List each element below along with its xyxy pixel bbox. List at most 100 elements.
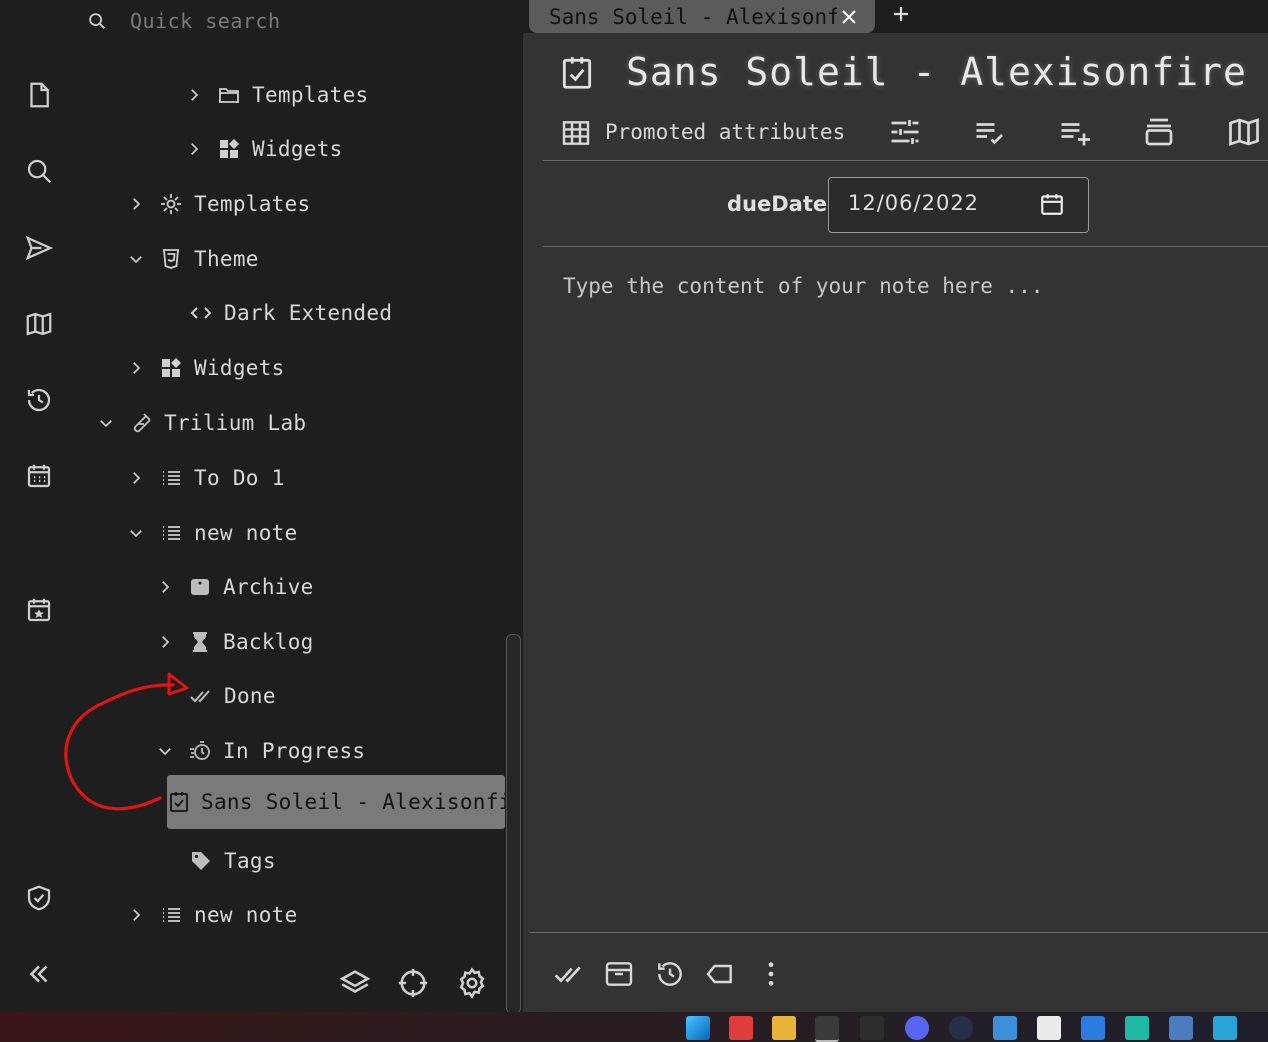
tree-node-label: new note xyxy=(194,903,298,927)
tag-icon xyxy=(188,848,214,874)
tree-node-label: Archive xyxy=(223,575,314,599)
list-icon xyxy=(158,465,184,491)
tree-node-done[interactable]: Done xyxy=(188,676,276,716)
sliders-icon[interactable] xyxy=(887,114,923,150)
list-check-icon[interactable] xyxy=(972,114,1008,150)
terminal-icon[interactable] xyxy=(860,1016,884,1040)
list-add-icon[interactable] xyxy=(1057,114,1093,150)
grid-icon[interactable] xyxy=(560,117,592,149)
templates-gear-icon xyxy=(158,191,184,217)
tab-sans-soleil[interactable]: Sans Soleil - Alexisonfire xyxy=(529,0,875,33)
tree-node-backlog[interactable]: Backlog xyxy=(155,622,314,662)
tree-scrollbar[interactable] xyxy=(506,634,521,1014)
launcher-bar xyxy=(0,0,78,1012)
tree-node-label: Tags xyxy=(224,849,276,873)
label-tag-icon[interactable] xyxy=(704,958,736,990)
tree-node-label: In Progress xyxy=(223,739,366,763)
calendar-star-icon[interactable] xyxy=(20,591,58,629)
tree-node-dark-extended[interactable]: Dark Extended xyxy=(188,293,392,333)
map-icon[interactable] xyxy=(1226,114,1262,150)
tree-node-label: To Do 1 xyxy=(194,466,285,490)
close-tab-icon[interactable] xyxy=(837,5,861,29)
widgets-icon xyxy=(158,355,184,381)
send-icon[interactable] xyxy=(20,229,58,267)
chevron-down-icon[interactable] xyxy=(126,523,146,543)
tree-node-label: Widgets xyxy=(252,137,343,161)
windows-start-icon[interactable] xyxy=(686,1016,710,1040)
note-title[interactable]: Sans Soleil - Alexisonfire xyxy=(626,50,1247,94)
tree-node-trilium-lab[interactable]: Trilium Lab xyxy=(96,403,306,443)
chevron-right-icon[interactable] xyxy=(155,632,175,652)
trilium-icon[interactable] xyxy=(815,1016,839,1042)
tree-node-new-note[interactable]: new note xyxy=(126,513,298,553)
archive-box-icon[interactable] xyxy=(603,958,635,990)
stack-app-icon[interactable] xyxy=(1125,1016,1149,1040)
tree-node-templates-2[interactable]: Templates xyxy=(126,184,311,224)
new-tab-plus-icon[interactable] xyxy=(889,2,913,26)
tree-node-to-do-1[interactable]: To Do 1 xyxy=(126,458,285,498)
test-tube-icon xyxy=(128,410,154,436)
due-date-value[interactable]: 12/06/2022 xyxy=(848,191,979,215)
file-explorer-icon[interactable] xyxy=(772,1016,796,1040)
collapse-sidebar-icon[interactable] xyxy=(20,955,58,993)
crosshair-icon[interactable] xyxy=(396,966,430,1000)
notepad-icon[interactable] xyxy=(993,1016,1017,1040)
tree-node-new-note-2[interactable]: new note xyxy=(126,895,298,935)
bottom-divider xyxy=(529,932,1268,933)
tree-node-widgets[interactable]: Widgets xyxy=(184,129,343,169)
shield-check-icon[interactable] xyxy=(20,879,58,917)
tree-node-label: Done xyxy=(224,684,276,708)
app-icon[interactable] xyxy=(1213,1016,1237,1040)
search-icon[interactable] xyxy=(20,152,58,190)
note-type-checkbox-icon[interactable] xyxy=(558,54,596,92)
chevron-down-icon[interactable] xyxy=(96,413,116,433)
hourglass-icon xyxy=(187,629,213,655)
tree-node-archive[interactable]: Archive xyxy=(155,567,314,607)
list-icon xyxy=(158,520,184,546)
history-icon[interactable] xyxy=(20,381,58,419)
vivaldi-icon[interactable] xyxy=(729,1016,753,1040)
note-content-editor[interactable]: Type the content of your note here ... xyxy=(563,274,1043,298)
tree-node-label: Trilium Lab xyxy=(164,411,307,435)
tree-node-sans-soleil-active[interactable]: Sans Soleil - Alexisonfire xyxy=(167,775,505,829)
map-icon[interactable] xyxy=(20,305,58,343)
new-note-icon[interactable] xyxy=(20,76,58,114)
tree-node-label: Sans Soleil - Alexisonfire xyxy=(201,790,505,814)
chevron-right-icon[interactable] xyxy=(126,358,146,378)
tree-node-label: Templates xyxy=(252,83,369,107)
more-vertical-icon[interactable] xyxy=(755,958,787,990)
notion-icon[interactable] xyxy=(1037,1016,1061,1040)
search-input[interactable]: Quick search xyxy=(130,9,281,33)
due-date-label: dueDate xyxy=(727,192,828,216)
settings-gear-icon[interactable] xyxy=(455,966,489,1000)
layers-icon[interactable] xyxy=(338,966,372,1000)
discord-icon[interactable] xyxy=(905,1016,929,1040)
annotation-arrow xyxy=(64,672,189,811)
tree-node-templates[interactable]: Templates xyxy=(184,75,369,115)
chevron-right-icon[interactable] xyxy=(155,577,175,597)
tree-node-label: Templates xyxy=(194,192,311,216)
chevron-down-icon[interactable] xyxy=(126,249,146,269)
chevron-right-icon[interactable] xyxy=(126,194,146,214)
chevron-right-icon[interactable] xyxy=(126,905,146,925)
history-icon[interactable] xyxy=(654,958,686,990)
chevron-right-icon[interactable] xyxy=(126,468,146,488)
collapse-panel-icon[interactable] xyxy=(1141,114,1177,150)
tree-node-widgets-2[interactable]: Widgets xyxy=(126,348,285,388)
calendar-icon[interactable] xyxy=(20,457,58,495)
tree-node-theme[interactable]: Theme xyxy=(126,239,259,279)
calendar-picker-icon[interactable] xyxy=(1039,191,1065,217)
quick-search[interactable]: Quick search xyxy=(86,6,506,36)
promoted-attributes-tab[interactable]: Promoted attributes xyxy=(605,120,845,144)
tree-node-tags[interactable]: Tags xyxy=(188,841,276,881)
vscode-icon[interactable] xyxy=(1081,1016,1105,1040)
code-icon xyxy=(188,300,214,326)
chevron-right-icon[interactable] xyxy=(184,139,204,159)
remote-desktop-icon[interactable] xyxy=(1169,1016,1193,1040)
double-check-icon[interactable] xyxy=(553,958,585,990)
app-circle-icon[interactable] xyxy=(949,1016,973,1040)
tree-node-label: Backlog xyxy=(223,630,314,654)
tree-node-label: new note xyxy=(194,521,298,545)
ribbon-divider xyxy=(543,160,1268,161)
chevron-right-icon[interactable] xyxy=(184,85,204,105)
